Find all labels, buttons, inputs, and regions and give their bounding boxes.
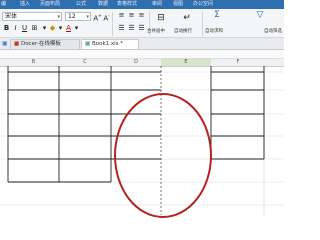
font-name-value: 宋体 xyxy=(5,13,18,20)
menu-item-formula[interactable]: 公式 xyxy=(76,0,86,9)
merge-center-button[interactable]: 合并居中 xyxy=(147,29,165,35)
column-header-e[interactable]: E xyxy=(161,59,211,66)
italic-button[interactable]: I xyxy=(11,24,20,33)
toolbar-separator xyxy=(112,12,113,36)
toolbar-separator xyxy=(202,12,203,36)
font-size-select[interactable]: 12 ▾ xyxy=(65,12,91,21)
font-size-value: 12 xyxy=(68,13,76,20)
column-header-c[interactable]: C xyxy=(60,59,110,66)
merge-center-icon[interactable]: ⊟ xyxy=(153,14,169,23)
spreadsheet-icon: ▦ xyxy=(85,41,91,47)
tab-docer-templates[interactable]: ■ Docer-在线模板 xyxy=(10,39,80,49)
align-left-icon[interactable]: ☰ xyxy=(117,24,126,33)
align-bottom-icon[interactable]: ≡ xyxy=(137,11,146,20)
tab-book1[interactable]: ▦ Book1.xls * xyxy=(81,39,139,49)
wrap-text-button[interactable]: 自动换行 xyxy=(174,29,192,35)
home-icon[interactable]: ▣ xyxy=(2,40,8,47)
increase-font-icon[interactable]: A+ xyxy=(93,11,102,23)
menu-item-insert[interactable]: 插入 xyxy=(20,0,30,9)
menu-item-review[interactable]: 审阅 xyxy=(152,0,162,9)
menu-item-edit-partial[interactable]: 编 xyxy=(1,0,6,9)
filter-icon[interactable]: ▽ xyxy=(253,11,267,20)
column-header-d[interactable]: D xyxy=(111,59,161,66)
bold-button[interactable]: B xyxy=(2,24,11,33)
borders-icon[interactable]: ⊞ xyxy=(30,24,39,33)
dropdown-arrow-icon[interactable]: ▾ xyxy=(72,24,81,33)
menu-item-table-style[interactable]: 表格样式 xyxy=(117,0,137,9)
align-right-icon[interactable]: ☰ xyxy=(137,24,146,33)
menu-item-view[interactable]: 视图 xyxy=(173,0,183,9)
menu-item-office-space[interactable]: 办公空间 xyxy=(193,0,213,9)
wrap-text-icon[interactable]: ↵ xyxy=(179,14,195,23)
document-tab-bar: ▣ ■ Docer-在线模板 ▦ Book1.xls * xyxy=(0,38,284,50)
align-middle-icon[interactable]: ≡ xyxy=(127,11,136,20)
underline-button[interactable]: U xyxy=(20,24,29,33)
sum-icon[interactable]: Σ xyxy=(210,11,224,20)
red-annotation-ellipse xyxy=(114,93,212,218)
tab-label: Docer-在线模板 xyxy=(20,41,61,47)
autosum-button[interactable]: 自动求和 xyxy=(205,29,223,35)
font-name-select[interactable]: 宋体 ▾ xyxy=(2,12,62,21)
chevron-down-icon: ▾ xyxy=(57,14,60,20)
column-header-b[interactable]: B xyxy=(8,59,59,66)
align-center-icon[interactable]: ☰ xyxy=(127,24,136,33)
formatting-toolbar: 宋体 ▾ 12 ▾ A+ A- B I U ⊞ ▾ ◆ ▾ A ▾ ≡ ≡ ≡ … xyxy=(0,9,284,38)
decrease-font-icon[interactable]: A- xyxy=(102,11,111,23)
tab-label: Book1.xls * xyxy=(91,41,124,47)
menu-item-data[interactable]: 数据 xyxy=(98,0,108,9)
chevron-down-icon: ▾ xyxy=(86,14,89,20)
docer-icon: ■ xyxy=(14,41,20,47)
formula-bar[interactable] xyxy=(0,50,284,59)
autofilter-button[interactable]: 自动筛选 xyxy=(264,29,282,35)
column-header-f[interactable]: F xyxy=(212,59,264,66)
menu-bar: 编 插入 页面布局 公式 数据 表格样式 审阅 视图 办公空间 xyxy=(0,0,284,9)
align-top-icon[interactable]: ≡ xyxy=(117,11,126,20)
menu-item-page-layout[interactable]: 页面布局 xyxy=(40,0,60,9)
